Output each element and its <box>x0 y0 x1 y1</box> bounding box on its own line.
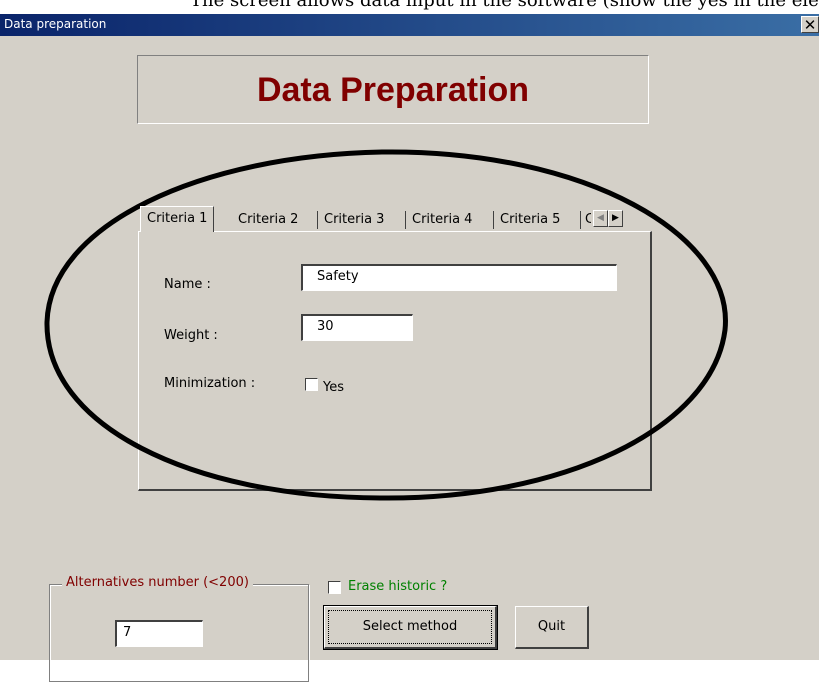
tab-label: Criteria 4 <box>412 212 473 227</box>
tab-criteria-4[interactable]: Criteria 4 <box>406 209 494 231</box>
criteria-tab-panel: Name : Safety Weight : 30 Minimization :… <box>138 231 652 491</box>
tab-criteria-2[interactable]: Criteria 2 <box>230 209 318 231</box>
tab-criteria-1[interactable]: Criteria 1 <box>140 206 215 232</box>
minimization-label: Minimization : <box>164 376 256 391</box>
tab-label: Criteria 3 <box>324 212 385 227</box>
tab-label: C <box>585 212 591 227</box>
close-button[interactable]: ✕ <box>801 16 819 33</box>
erase-historic-checkbox[interactable] <box>328 581 341 594</box>
alternatives-group-title: Alternatives number (<200) <box>62 575 253 590</box>
tab-scroll-right-button[interactable]: ▶ <box>608 210 623 227</box>
name-field[interactable]: Safety <box>301 264 617 291</box>
tab-label: Criteria 2 <box>238 212 299 227</box>
select-method-label: Select method <box>362 619 458 634</box>
select-method-button[interactable]: Select method <box>323 605 498 650</box>
close-icon: ✕ <box>803 16 817 34</box>
name-label: Name : <box>164 277 211 292</box>
tab-scroll-left-button[interactable]: ◀ <box>593 210 608 227</box>
header-banner: Data Preparation <box>137 55 649 124</box>
window-titlebar: Data preparation ✕ <box>0 14 819 36</box>
arrow-left-icon: ◀ <box>597 213 604 223</box>
window-title: Data preparation <box>4 17 107 31</box>
tab-label: Criteria 1 <box>147 211 208 226</box>
alternatives-number-field[interactable]: 7 <box>115 620 203 647</box>
tab-criteria-3[interactable]: Criteria 3 <box>318 209 406 231</box>
minimization-checkbox-label: Yes <box>323 380 344 395</box>
page-title: Data Preparation <box>256 71 530 109</box>
tab-criteria-5[interactable]: Criteria 5 <box>494 209 581 231</box>
quit-label: Quit <box>537 619 566 634</box>
arrow-right-icon: ▶ <box>612 213 619 223</box>
alternatives-groupbox: Alternatives number (<200) 7 <box>49 575 309 682</box>
tab-criteria-6-partial[interactable]: C <box>581 209 591 231</box>
weight-field[interactable]: 30 <box>301 314 413 341</box>
erase-historic-label: Erase historic ? <box>348 579 448 594</box>
document-caption-text: The screen allows data input in the soft… <box>190 0 819 11</box>
dialog-client-area: Data Preparation Criteria 1 Criteria 2 C… <box>0 36 819 682</box>
tab-label: Criteria 5 <box>500 212 561 227</box>
weight-label: Weight : <box>164 328 218 343</box>
minimization-checkbox[interactable] <box>305 378 318 391</box>
quit-button[interactable]: Quit <box>515 606 589 649</box>
